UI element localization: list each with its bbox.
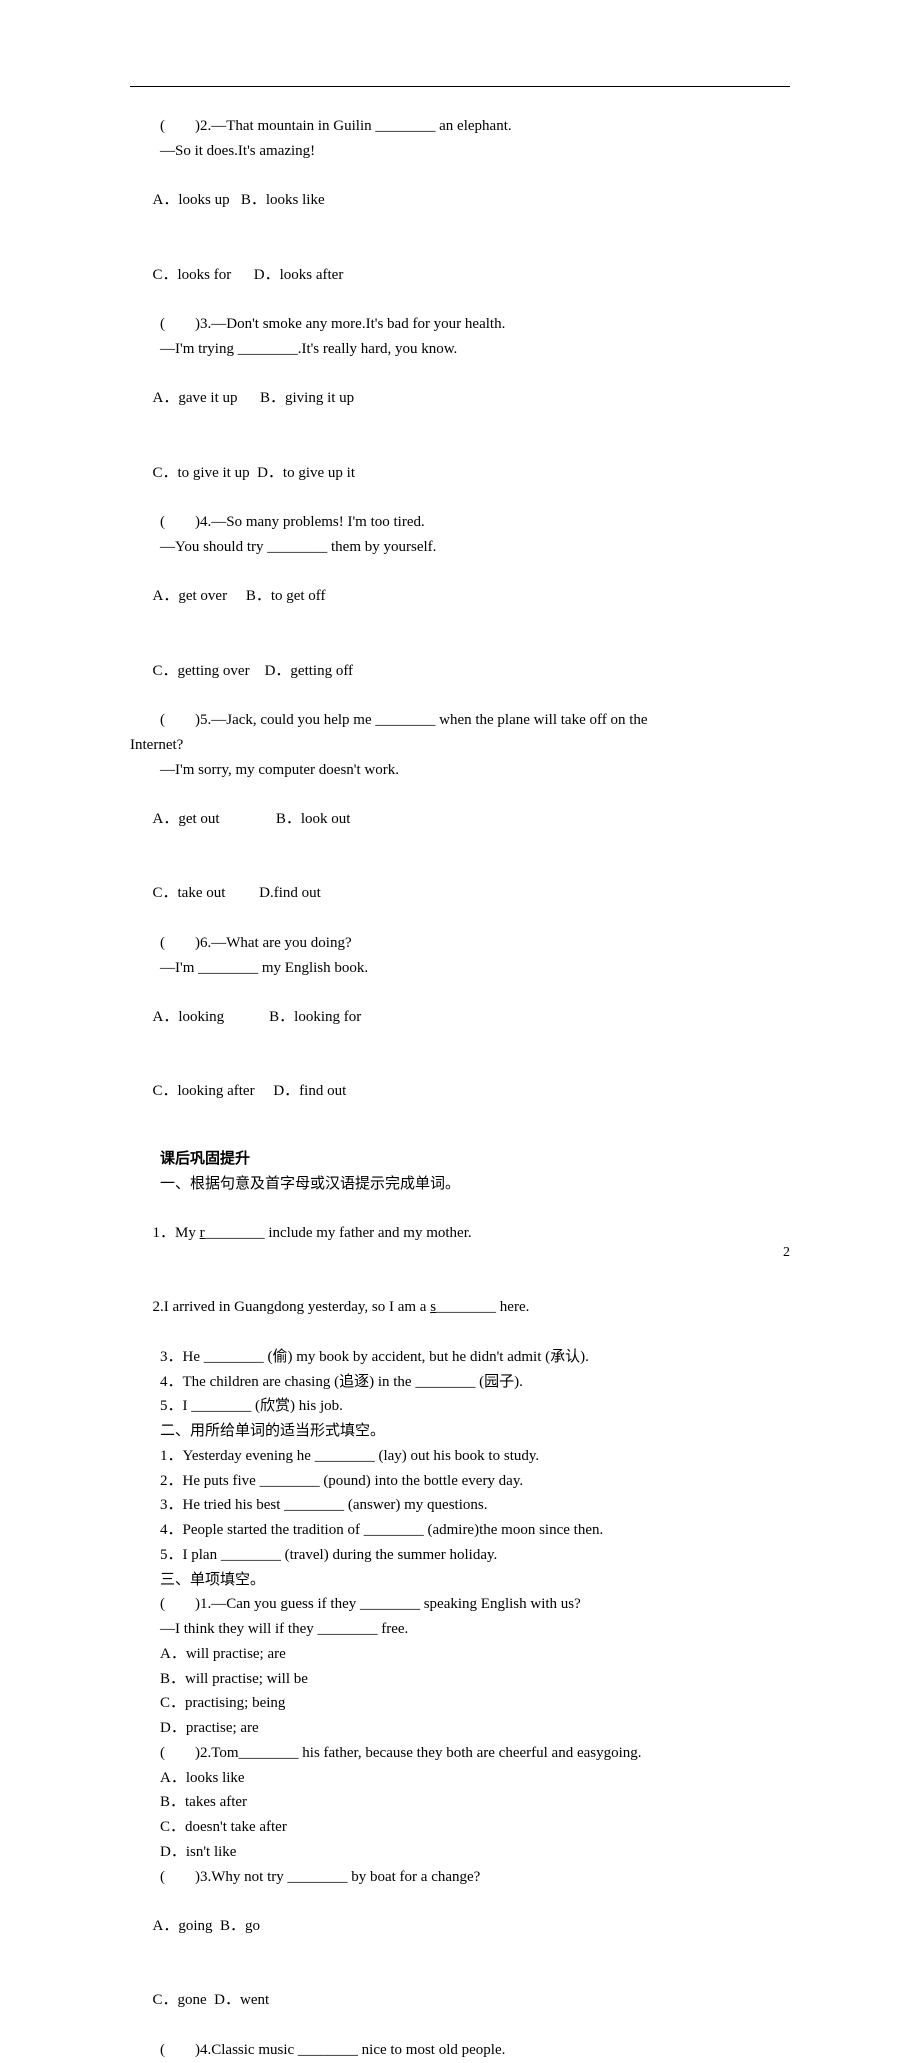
spacer (130, 1129, 790, 1147)
qa3-a: A．gave it up (153, 390, 238, 406)
qa3-d: D．to give up it (257, 465, 355, 481)
qa6-a: A．looking (153, 1009, 225, 1025)
qa6-c: C．looking after (153, 1083, 255, 1099)
page-number: 2 (783, 1241, 790, 1264)
qa5-row1: A．get out B．look out (130, 782, 790, 856)
qa3-row2: C．to give it up D．to give up it (130, 436, 790, 510)
qa4-d: D．getting off (265, 663, 353, 679)
p3-q2-b: B．takes after (130, 1790, 790, 1815)
document-page: ( )2.—That mountain in Guilin ________ a… (0, 0, 920, 1302)
p3-q2-stem: ( )2.Tom________ his father, because the… (130, 1741, 790, 1766)
qa2-row2: C．looks for D．looks after (130, 238, 790, 312)
p3-q2-c: C．doesn't take after (130, 1815, 790, 1840)
p3-q1-a: A．will practise; are (130, 1642, 790, 1667)
qa4-row1: A．get over B．to get off (130, 560, 790, 634)
p2-q2: 2．He puts five ________ (pound) into the… (130, 1469, 790, 1494)
p2-q3: 3．He tried his best ________ (answer) my… (130, 1493, 790, 1518)
p1-q1-post: ________ include my father and my mother… (205, 1225, 472, 1241)
qa2-c: C．looks for (153, 267, 232, 283)
part1-title: 一、根据句意及首字母或汉语提示完成单词。 (130, 1172, 790, 1197)
p1-q2: 2.I arrived in Guangdong yesterday, so I… (130, 1271, 790, 1345)
p3-q1-resp: —I think they will if they ________ free… (130, 1617, 790, 1642)
qa6-resp: —I'm ________ my English book. (130, 956, 790, 981)
qa4-row2: C．getting over D．getting off (130, 634, 790, 708)
qa3-resp: —I'm trying ________.It's really hard, y… (130, 337, 790, 362)
qa3-c: C．to give it up (153, 465, 250, 481)
qa2-row1: A．looks up B．looks like (130, 164, 790, 238)
qa2-resp: —So it does.It's amazing! (130, 139, 790, 164)
p2-q5: 5．I plan ________ (travel) during the su… (130, 1543, 790, 1568)
p3-q3-b: B．go (220, 1918, 260, 1934)
p3-q4-stem: ( )4.Classic music ________ nice to most… (130, 2038, 790, 2063)
qa5-d: D.find out (259, 885, 321, 901)
qa4-b: B．to get off (246, 588, 326, 604)
p1-q4: 4．The children are chasing (追逐) in the _… (130, 1370, 790, 1395)
qa5-resp: —I'm sorry, my computer doesn't work. (130, 758, 790, 783)
p3-q3-c: C．gone (153, 1992, 207, 2008)
p2-q4: 4．People started the tradition of ______… (130, 1518, 790, 1543)
p1-q1: 1．My r________ include my father and my … (130, 1196, 790, 1270)
qa4-stem: ( )4.—So many problems! I'm too tired. (130, 510, 790, 535)
qa2-a: A．looks up (153, 192, 230, 208)
p1-q3: 3．He ________ (偷) my book by accident, b… (130, 1345, 790, 1370)
p3-q3-row2: C．gone D．went (130, 1964, 790, 2038)
qa4-resp: —You should try ________ them by yoursel… (130, 535, 790, 560)
p1-q1-pre: 1．My (153, 1225, 200, 1241)
qa5-c: C．take out (153, 885, 226, 901)
p1-q5: 5．I ________ (欣赏) his job. (130, 1394, 790, 1419)
qa6-d: D．find out (273, 1083, 346, 1099)
qa2-stem: ( )2.—That mountain in Guilin ________ a… (130, 114, 790, 139)
qa5-b: B．look out (276, 811, 351, 827)
qa6-row2: C．looking after D．find out (130, 1055, 790, 1129)
qa2-d: D．looks after (254, 267, 344, 283)
p3-q3-stem: ( )3.Why not try ________ by boat for a … (130, 1865, 790, 1890)
qa5-row2: C．take out D.find out (130, 857, 790, 931)
qa5-a: A．get out (153, 811, 220, 827)
qa4-a: A．get over (153, 588, 228, 604)
qa3-row1: A．gave it up B．giving it up (130, 362, 790, 436)
p3-q1-b: B．will practise; will be (130, 1667, 790, 1692)
content-body: ( )2.—That mountain in Guilin ________ a… (130, 114, 790, 2063)
qa4-c: C．getting over (153, 663, 250, 679)
part2-title: 二、用所给单词的适当形式填空。 (130, 1419, 790, 1444)
p3-q1-c: C．practising; being (130, 1691, 790, 1716)
p3-q2-d: D．isn't like (130, 1840, 790, 1865)
p3-q1-d: D．practise; are (130, 1716, 790, 1741)
p2-q1: 1．Yesterday evening he ________ (lay) ou… (130, 1444, 790, 1469)
qa5-stem2: Internet? (130, 733, 790, 758)
qa6-b: B．looking for (269, 1009, 361, 1025)
qa6-row1: A．looking B．looking for (130, 980, 790, 1054)
qa2-b: B．looks like (241, 192, 325, 208)
qa3-b: B．giving it up (260, 390, 354, 406)
p3-q1-stem: ( )1.—Can you guess if they ________ spe… (130, 1592, 790, 1617)
qa3-stem: ( )3.—Don't smoke any more.It's bad for … (130, 312, 790, 337)
p3-q3-row1: A．going B．go (130, 1889, 790, 1963)
qa6-stem: ( )6.—What are you doing? (130, 931, 790, 956)
p3-q3-a: A．going (153, 1918, 213, 1934)
part3-title: 三、单项填空。 (130, 1568, 790, 1593)
section-b-heading: 课后巩固提升 (130, 1147, 790, 1172)
qa5-stem: ( )5.—Jack, could you help me ________ w… (130, 708, 790, 733)
p3-q2-a: A．looks like (130, 1766, 790, 1791)
p3-q3-d: D．went (214, 1992, 269, 2008)
top-rule (130, 86, 790, 87)
